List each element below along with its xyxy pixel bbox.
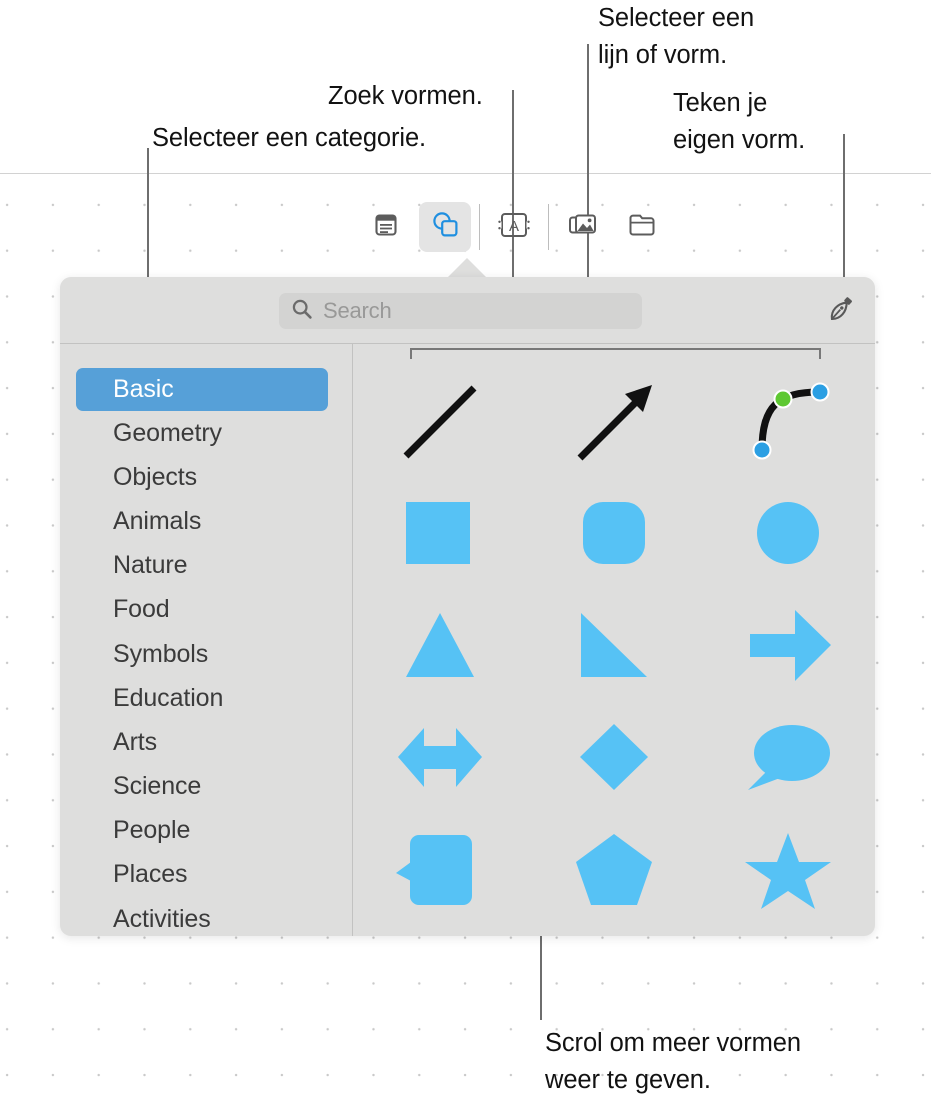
toolbar-item-media-tool[interactable] [557,202,609,252]
shape-rounded-square[interactable] [559,479,669,589]
canvas-top-rule [0,173,931,174]
sidebar-item-food[interactable]: Food [60,588,352,632]
shapes-icon [428,208,462,247]
annotation-draw-own-shape: Teken je eigen vorm. [673,89,806,154]
sidebar-item-geometry[interactable]: Geometry [60,411,352,455]
shape-grid [353,366,875,926]
annotation-select-category: Selecteer een categorie. [152,124,427,152]
shape-pentagon[interactable] [559,815,669,925]
sidebar-item-label: People [113,816,191,845]
annotation-leader-line-search-shapes [512,90,514,293]
annotation-bracket [410,348,821,359]
sidebar-item-label: Science [113,772,202,801]
search-placeholder-text: Search [323,298,392,323]
popover-arrow [446,258,488,279]
sidebar-item-label: Animals [113,506,202,535]
media-image-icon [566,210,600,245]
annotation-search-shapes: Zoek vormen. [328,82,483,110]
toolbar-separator-1 [479,204,480,250]
toolbar-item-folder-tool[interactable] [616,202,668,252]
shape-square[interactable] [385,479,495,589]
annotation-leader-line-draw-own-shape [843,134,845,300]
folder-icon [626,210,658,245]
shape-arrow[interactable] [559,367,669,477]
shape-circle[interactable] [733,479,843,589]
panel-header: Search [60,277,875,343]
draw-shape-button[interactable] [818,291,862,333]
sidebar-item-symbols[interactable]: Symbols [60,632,352,676]
sidebar-item-label: Activities [113,904,211,933]
toolbar-separator-2 [548,204,549,250]
pen-nib-icon [820,290,860,335]
sidebar-item-label: Geometry [113,418,222,447]
toolbar-item-shape-tool[interactable] [419,202,471,252]
sidebar-item-basic[interactable]: Basic [76,368,328,411]
shape-diamond[interactable] [559,703,669,813]
shape-curved-line[interactable] [733,367,843,477]
screenshot-root: Selecteer een categorie. Zoek vormen. Se… [0,0,931,1101]
shape-triangle[interactable] [385,591,495,701]
sidebar-item-places[interactable]: Places [60,853,352,897]
category-sidebar: Basic Geometry Objects Animals Nature Fo… [60,344,352,936]
sidebar-item-label: Food [113,595,170,624]
sidebar-item-science[interactable]: Science [60,765,352,809]
panel-body: Basic Geometry Objects Animals Nature Fo… [60,344,875,936]
sidebar-item-label: Objects [113,462,198,491]
svg-text:A: A [509,218,519,235]
sidebar-item-activities[interactable]: Activities [60,897,352,936]
sidebar-item-people[interactable]: People [60,809,352,853]
sidebar-item-animals[interactable]: Animals [60,499,352,543]
sidebar-item-label: Nature [113,551,188,580]
search-input[interactable]: Search [279,293,642,329]
search-icon [291,298,313,325]
sidebar-item-nature[interactable]: Nature [60,544,352,588]
shape-rect-callout[interactable] [385,815,495,925]
shape-double-arrow[interactable] [385,703,495,813]
toolbar-item-text-tool[interactable] [360,202,412,252]
sidebar-item-label: Places [113,860,188,889]
sidebar-item-objects[interactable]: Objects [60,455,352,499]
shape-speech-bubble[interactable] [733,703,843,813]
text-box-icon: A [497,210,531,245]
main-toolbar: A [360,198,730,256]
shape-right-arrow[interactable] [733,591,843,701]
sidebar-item-label: Symbols [113,639,209,668]
shape-right-triangle[interactable] [559,591,669,701]
shape-star[interactable] [733,815,843,925]
sidebar-item-label: Basic [113,375,174,403]
sidebar-item-education[interactable]: Education [60,676,352,720]
shape-grid-area [353,344,875,936]
sidebar-item-arts[interactable]: Arts [60,720,352,764]
sidebar-item-label: Arts [113,727,158,756]
toolbar-item-textbox-tool[interactable]: A [488,202,540,252]
shape-line[interactable] [385,367,495,477]
sidebar-item-label: Education [113,683,224,712]
text-document-icon [370,209,402,246]
annotation-select-line-or-shape: Selecteer een lijn of vorm. [598,4,755,69]
shapes-popover-panel: Search Basic Geometry Objects Animals Na… [60,277,875,936]
annotation-scroll-for-more: Scrol om meer vormen weer te geven. [545,1029,801,1094]
